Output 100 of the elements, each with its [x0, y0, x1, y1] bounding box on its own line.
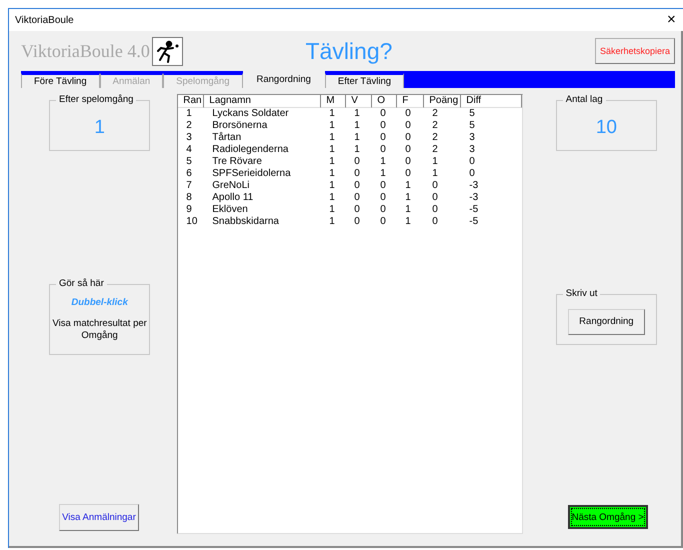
table-cell-text: 10 — [185, 216, 198, 228]
column-header[interactable]: Ran — [178, 95, 204, 108]
column-header[interactable]: O — [372, 95, 398, 108]
table-cell-text: 2 — [185, 120, 193, 132]
table-cell-text: 0 — [379, 120, 387, 132]
table-cell-text: 1 — [328, 192, 336, 204]
table-cell-text: 3 — [468, 144, 476, 156]
tab[interactable]: Efter Tävling — [324, 73, 404, 88]
table-cell-text: 1 — [404, 180, 412, 192]
table-cell-text: -3 — [468, 180, 480, 192]
table-cell-text: 4 — [185, 144, 193, 156]
table-cell-text: 0 — [353, 192, 361, 204]
table-cell-text: 1 — [353, 108, 361, 120]
table-cell-text: 6 — [185, 168, 193, 180]
table-cell-text: 1 — [379, 168, 387, 180]
table-cell-text: 0 — [379, 132, 387, 144]
table-cell-text: 1 — [404, 192, 412, 204]
table-cell-text: 0 — [353, 204, 361, 216]
table-cell-text: 1 — [431, 168, 439, 180]
howto-text: Visa matchresultat per Omgång — [51, 318, 148, 342]
table-cell-text: 5 — [468, 108, 476, 120]
table-cell-text: 3 — [185, 132, 193, 144]
table-cell-text: Radiolegenderna — [211, 144, 290, 156]
column-header[interactable]: Poäng — [424, 95, 462, 108]
figure-icon — [152, 36, 183, 66]
column-header[interactable]: Diff — [461, 95, 522, 108]
table-cell-text: 2 — [431, 132, 439, 144]
table-cell-text: 2 — [431, 120, 439, 132]
column-header[interactable]: M — [321, 95, 346, 108]
table-cell-text: 1 — [328, 132, 336, 144]
column-header[interactable]: F — [397, 95, 424, 108]
table-cell-text: 1 — [328, 144, 336, 156]
table-cell-text: 0 — [468, 156, 476, 168]
table-cell-text: 2 — [431, 144, 439, 156]
column-header[interactable]: V — [346, 95, 372, 108]
table-cell-text: Brorsönerna — [211, 120, 268, 132]
table-cell-text: SPFSerieidolerna — [211, 168, 292, 180]
table-cell-text: 0 — [379, 180, 387, 192]
table-cell-text: 1 — [353, 144, 361, 156]
table-cell-text: 1 — [404, 204, 412, 216]
column-header[interactable]: Lagnamn — [204, 95, 322, 108]
next-round-button[interactable]: Nästa Omgång > — [568, 505, 648, 529]
group-label: Efter spelomgång — [56, 94, 136, 105]
print-ranking-button[interactable]: Rangordning — [568, 308, 645, 334]
table-cell-text: 0 — [431, 204, 439, 216]
table-cell-text: 1 — [328, 216, 336, 228]
table-cell-text: 3 — [468, 132, 476, 144]
table-cell-text: 1 — [328, 180, 336, 192]
table-cell-text: 1 — [185, 108, 193, 120]
table-cell-text: 1 — [328, 120, 336, 132]
table-cell-text: 0 — [431, 180, 439, 192]
table-cell-text: -5 — [468, 204, 480, 216]
tab[interactable]: Rangordning — [242, 71, 325, 88]
table-cell-text: Tårtan — [211, 132, 242, 144]
window-title: ViktoriaBoule — [15, 14, 74, 26]
table-cell-text: Eklöven — [211, 204, 249, 216]
app-logo-text: ViktoriaBoule 4.0 — [21, 40, 150, 62]
table-cell-text: Tre Rövare — [211, 156, 263, 168]
table-cell-text: 1 — [353, 120, 361, 132]
table-cell-text: 0 — [379, 216, 387, 228]
table-cell-text: 7 — [185, 180, 193, 192]
table-cell-text: 0 — [404, 168, 412, 180]
table-cell-text: 0 — [404, 144, 412, 156]
group-label: Gör så här — [56, 278, 107, 289]
table-cell-text: Snabbskidarna — [211, 216, 280, 228]
table-cell-text: 1 — [431, 156, 439, 168]
table-cell-text: 1 — [328, 168, 336, 180]
show-entries-button[interactable]: Visa Anmälningar — [59, 504, 139, 531]
table-cell-text: 0 — [379, 108, 387, 120]
table-cell-text: GreNoLi — [211, 180, 251, 192]
table-cell-text: 1 — [328, 204, 336, 216]
group-label: Skriv ut — [562, 288, 600, 299]
table-cell-text: 0 — [353, 156, 361, 168]
table-cell-text: 0 — [353, 216, 361, 228]
table-cell-text: Apollo 11 — [211, 192, 254, 204]
table-cell-text: 0 — [379, 144, 387, 156]
table-cell-text: -3 — [468, 192, 480, 204]
table-cell-text: 0 — [404, 132, 412, 144]
table-cell-text: Lyckans Soldater — [211, 108, 290, 120]
table-cell-text: 8 — [185, 192, 193, 204]
group-label: Antal lag — [562, 94, 606, 105]
table-cell-text: 0 — [379, 204, 387, 216]
table-cell-text: 1 — [353, 132, 361, 144]
table-cell-text: 1 — [404, 216, 412, 228]
table-cell-text: 0 — [379, 192, 387, 204]
table-cell-text: 0 — [431, 216, 439, 228]
table-cell-text: 0 — [404, 108, 412, 120]
action-text: Dubbel-klick — [71, 297, 128, 308]
table-cell-text: 0 — [353, 180, 361, 192]
close-icon[interactable]: × — [667, 12, 683, 28]
table-cell-text: 1 — [328, 156, 336, 168]
table-cell-text: 0 — [404, 120, 412, 132]
tab[interactable]: Före Tävling — [21, 73, 100, 88]
table-cell-text: 5 — [185, 156, 193, 168]
round-number: 1 — [94, 117, 105, 139]
table-cell-text: 5 — [468, 120, 476, 132]
team-count: 10 — [596, 117, 617, 139]
table-cell-text: 0 — [353, 168, 361, 180]
page-title: Tävling? — [304, 38, 394, 64]
table-cell-text: 1 — [328, 108, 336, 120]
